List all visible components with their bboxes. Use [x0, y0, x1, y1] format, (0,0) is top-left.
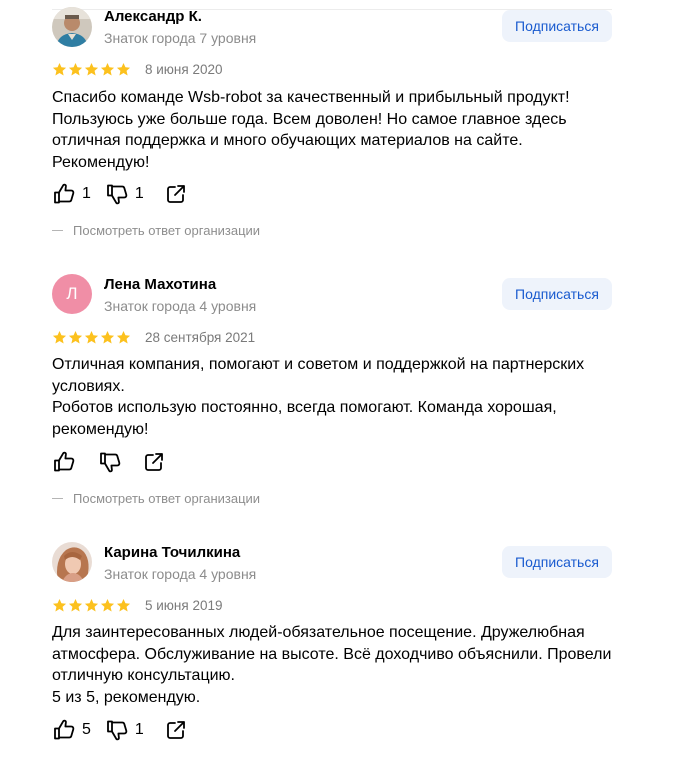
star-icon [116, 62, 131, 76]
thumb-down-icon [107, 720, 128, 741]
star-icon [84, 598, 99, 612]
share-button[interactable] [164, 718, 188, 742]
thumb-down-icon [107, 184, 128, 205]
star-icon [52, 598, 67, 612]
dash-divider [52, 498, 63, 499]
thumb-down-icon [100, 452, 121, 473]
org-reply-label: Посмотреть ответ организации [73, 223, 261, 238]
dislike-count: 1 [134, 721, 144, 738]
star-icon [52, 62, 67, 76]
avatar[interactable]: Л [52, 274, 92, 314]
subscribe-button[interactable]: Подписаться [502, 278, 612, 310]
review-actions: 1 1 [52, 182, 188, 206]
author-name[interactable]: Карина Точилкина [104, 544, 240, 561]
author-level: Знаток города 4 уровня [104, 566, 257, 582]
review-date: 8 июня 2020 [145, 62, 223, 77]
star-icon [84, 330, 99, 344]
dislike-count: 1 [134, 185, 144, 202]
review-date: 28 сентября 2021 [145, 330, 256, 345]
thumb-up-icon [54, 183, 75, 204]
subscribe-button[interactable]: Подписаться [502, 546, 612, 578]
author-level: Знаток города 7 уровня [104, 30, 257, 46]
avatar[interactable] [52, 542, 92, 582]
like-button[interactable] [52, 450, 76, 474]
star-icon [100, 330, 115, 344]
star-icon [52, 330, 67, 344]
rating-stars [52, 62, 131, 77]
rating-stars [52, 330, 131, 345]
share-icon [145, 453, 163, 471]
dislike-button[interactable] [98, 450, 122, 474]
author-level: Знаток города 4 уровня [104, 298, 257, 314]
share-button[interactable] [164, 182, 188, 206]
star-icon [116, 598, 131, 612]
review-text: Для заинтересованных людей-обязательное … [52, 624, 612, 706]
author-name[interactable]: Лена Махотина [104, 276, 216, 293]
share-button[interactable] [142, 450, 166, 474]
star-icon [68, 62, 83, 76]
org-reply-link[interactable]: Посмотреть ответ организации [52, 223, 260, 238]
thumb-up-icon [54, 451, 75, 472]
review-date: 5 июня 2019 [145, 598, 223, 613]
star-icon [68, 598, 83, 612]
avatar-letter: Л [66, 284, 78, 303]
like-button[interactable]: 5 [52, 718, 91, 742]
rating-stars [52, 598, 131, 613]
like-count: 5 [82, 721, 91, 738]
star-icon [100, 598, 115, 612]
review-text: Спасибо команде Wsb-robot за качественны… [52, 89, 570, 171]
org-reply-label: Посмотреть ответ организации [73, 491, 261, 506]
review-actions [52, 450, 166, 474]
subscribe-button[interactable]: Подписаться [502, 10, 612, 42]
star-icon [116, 330, 131, 344]
star-icon [100, 62, 115, 76]
dash-divider [52, 230, 63, 231]
review-text: Отличная компания, помогают и советом и … [52, 356, 585, 438]
star-icon [68, 330, 83, 344]
avatar[interactable] [52, 7, 92, 47]
share-icon [166, 721, 185, 739]
dislike-button[interactable]: 1 [105, 182, 144, 206]
org-reply-link[interactable]: Посмотреть ответ организации [52, 491, 260, 506]
share-icon [166, 185, 185, 203]
like-count: 1 [82, 185, 91, 202]
dislike-button[interactable]: 1 [105, 718, 144, 742]
thumb-up-icon [54, 719, 75, 740]
review-actions: 5 1 [52, 718, 188, 742]
star-icon [84, 62, 99, 76]
author-name[interactable]: Александр К. [104, 8, 202, 25]
like-button[interactable]: 1 [52, 182, 91, 206]
